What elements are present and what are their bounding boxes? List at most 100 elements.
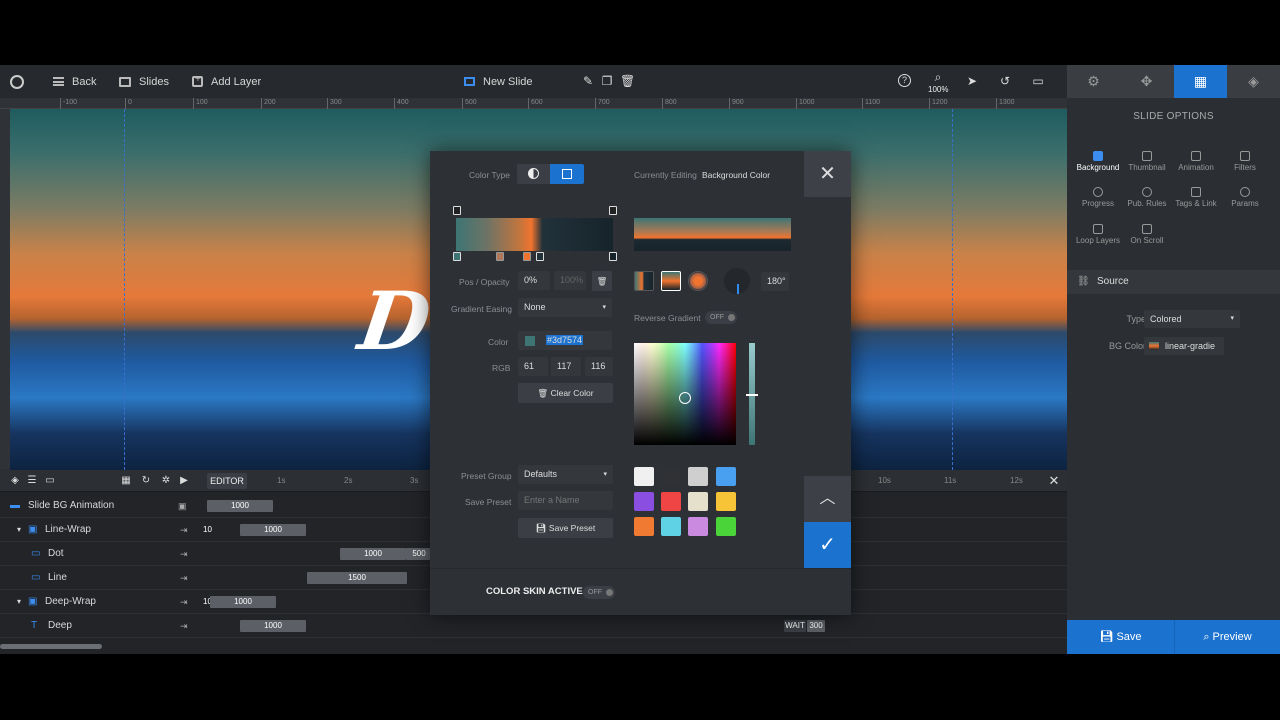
trash-icon[interactable]: 🗑 — [620, 74, 635, 88]
position-input[interactable]: 0% — [518, 271, 550, 290]
option-loop-layers[interactable]: Loop Layers — [1073, 224, 1123, 245]
wait-value[interactable]: 300 — [807, 620, 825, 632]
close-button[interactable]: ✕ — [804, 151, 851, 197]
timeline-bar[interactable]: 1000 — [340, 548, 406, 560]
clear-color-button[interactable]: 🗑 Clear Color — [518, 383, 613, 403]
angle-input[interactable]: 180° — [761, 272, 789, 291]
timeline-bar[interactable]: 1500 — [307, 572, 407, 584]
vertical-gradient-icon[interactable] — [661, 271, 681, 291]
option-animation[interactable]: Animation — [1171, 151, 1221, 172]
timeline-bar[interactable]: 1000 — [240, 524, 306, 536]
wordpress-logo[interactable] — [10, 65, 24, 98]
opacity-input[interactable]: 100% — [554, 271, 586, 290]
save-button[interactable]: 💾︎ Save — [1067, 620, 1174, 654]
color-swatch[interactable] — [688, 467, 708, 486]
source-section[interactable]: ⛓ Source — [1067, 270, 1280, 294]
undo-icon[interactable]: ↺ — [998, 74, 1012, 88]
color-swatch[interactable] — [688, 517, 708, 536]
green-input[interactable]: 117 — [551, 357, 581, 376]
navigation-tab[interactable]: ✥ — [1120, 65, 1173, 98]
color-skin-toggle[interactable]: OFF — [583, 586, 615, 599]
option-progress[interactable]: Progress — [1073, 187, 1123, 208]
color-swatch[interactable] — [634, 492, 654, 511]
timeline-bar[interactable]: 1000 — [207, 500, 273, 512]
preset-name-input[interactable] — [518, 491, 613, 510]
collapse-icon[interactable]: ▾ — [17, 518, 21, 542]
zoom-icon[interactable]: ⌕ — [931, 70, 945, 84]
add-layer-button[interactable]: Add Layer — [192, 65, 261, 98]
menu-icon[interactable]: ☰ — [26, 475, 38, 487]
slides-button[interactable]: Slides — [119, 65, 169, 98]
color-swatch[interactable] — [716, 467, 736, 486]
radial-gradient-icon[interactable] — [688, 271, 708, 291]
layers-tab[interactable]: ◈ — [1227, 65, 1280, 98]
save-preset-button[interactable]: 💾︎ Save Preset — [518, 518, 613, 538]
timeline-bar[interactable]: 1000 — [210, 596, 276, 608]
cursor-icon[interactable]: ➤ — [965, 74, 979, 88]
settings-icon[interactable]: ✲ — [160, 475, 172, 487]
gradient-stop-top[interactable] — [609, 206, 617, 215]
bgcolor-field[interactable]: linear-gradie — [1144, 337, 1224, 355]
slide-name[interactable]: New Slide — [464, 65, 533, 98]
gradient-stop[interactable] — [609, 252, 617, 261]
option-thumbnail[interactable]: Thumbnail — [1122, 151, 1172, 172]
reverse-gradient-toggle[interactable]: OFF — [705, 311, 737, 324]
gradient-stop[interactable] — [536, 252, 544, 261]
color-swatch[interactable] — [716, 517, 736, 536]
duplicate-icon[interactable]: ❐ — [600, 74, 614, 88]
play-icon[interactable]: ▶ — [178, 475, 190, 487]
color-swatch[interactable] — [661, 492, 681, 511]
folder-icon[interactable]: ▭ — [44, 475, 56, 487]
type-select[interactable]: Colored ▾ — [1144, 310, 1240, 328]
gradient-color-button[interactable] — [550, 164, 584, 184]
close-icon[interactable]: ✕ — [1048, 474, 1060, 487]
timeline-bar[interactable]: 1000 — [240, 620, 306, 632]
gradient-stop[interactable] — [523, 252, 531, 261]
option-on-scroll[interactable]: On Scroll — [1122, 224, 1172, 245]
scroll-up-button[interactable]: ︿ — [804, 476, 851, 522]
grid-icon[interactable]: ▦ — [120, 475, 132, 487]
slides-label: Slides — [139, 75, 169, 88]
collapse-icon[interactable]: ▾ — [17, 590, 21, 614]
gradient-bar[interactable] — [456, 218, 613, 251]
picker-handle[interactable] — [679, 392, 691, 404]
gradient-stop[interactable] — [496, 252, 504, 261]
slider-handle[interactable] — [746, 394, 758, 396]
help-icon[interactable]: ? — [898, 74, 911, 87]
slide-tab[interactable]: ▦ — [1174, 65, 1227, 98]
timeline-bar[interactable]: 500 — [406, 548, 432, 560]
delete-stop-button[interactable]: 🗑 — [592, 271, 612, 291]
linear-gradient-icon[interactable] — [634, 271, 654, 291]
horizontal-scrollbar[interactable] — [0, 644, 102, 649]
apply-button[interactable]: ✓ — [804, 522, 851, 568]
settings-tab[interactable]: ⚙ — [1067, 65, 1120, 98]
easing-select[interactable]: None ▾ — [518, 298, 612, 317]
red-input[interactable]: 61 — [518, 357, 548, 376]
option-filters[interactable]: Filters — [1220, 151, 1270, 172]
color-skin-bar: COLOR SKIN ACTIVE OFF — [430, 568, 851, 615]
editor-tab[interactable]: EDITOR — [207, 473, 247, 489]
gradient-stop-top[interactable] — [453, 206, 461, 215]
option-pub-rules[interactable]: Pub. Rules — [1122, 187, 1172, 208]
color-swatch[interactable] — [634, 467, 654, 486]
option-params[interactable]: Params — [1220, 187, 1270, 208]
color-swatch[interactable] — [688, 492, 708, 511]
edit-icon[interactable]: ✎ — [581, 74, 595, 88]
blue-input[interactable]: 116 — [585, 357, 613, 376]
hex-input[interactable]: #3d7574 — [518, 331, 612, 350]
solid-color-button[interactable] — [517, 164, 550, 184]
option-tags-link[interactable]: Tags & Link — [1171, 187, 1221, 208]
layers-icon[interactable]: ◈ — [9, 475, 21, 487]
preset-group-select[interactable]: Defaults ▾ — [518, 465, 613, 484]
option-background[interactable]: Background — [1073, 151, 1123, 172]
color-swatch[interactable] — [634, 517, 654, 536]
timeline-row[interactable]: T Deep ⇥ 1000 WAIT 300 — [0, 614, 1067, 638]
color-swatch[interactable] — [661, 517, 681, 536]
color-swatch[interactable] — [716, 492, 736, 511]
gradient-stop[interactable] — [453, 252, 461, 261]
loop-icon[interactable]: ↻ — [140, 475, 152, 487]
color-swatch[interactable] — [661, 467, 681, 486]
desktop-icon[interactable]: ▭ — [1031, 74, 1045, 88]
preview-button[interactable]: ⌕ Preview — [1174, 620, 1280, 654]
back-button[interactable]: Back — [53, 65, 96, 98]
